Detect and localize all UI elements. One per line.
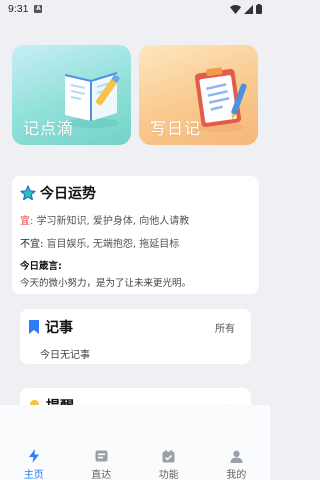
nav-profile-label: 我的 [226, 470, 247, 480]
notification-icon: A [34, 5, 43, 13]
notes-card[interactable]: 记事 所有 今日无记事 [20, 309, 251, 364]
nav-direct[interactable]: 直达 [68, 449, 136, 480]
lightning-icon [27, 449, 41, 463]
bookmark-icon [29, 320, 39, 334]
nav-functions-label: 功能 [158, 470, 179, 480]
record-moments-card[interactable]: 记点滴 [12, 45, 131, 145]
status-bar: 9:31 A [0, 0, 270, 18]
star-icon [20, 185, 36, 201]
signal-icon [244, 4, 253, 14]
write-diary-card[interactable]: 写日记 [139, 45, 258, 145]
bad-label: 不宜: [20, 239, 44, 250]
person-icon [229, 449, 243, 463]
wifi-icon [230, 4, 241, 14]
nav-home-label: 主页 [23, 470, 44, 480]
motto-text: 今天的微小努力，是为了让未来更光明。 [20, 278, 192, 289]
fortune-title: 今日运势 [40, 186, 96, 202]
motto-label: 今日箴言: [20, 261, 62, 272]
notes-header: 记事 所有 [28, 317, 243, 337]
battery-icon [256, 4, 262, 14]
nav-direct-label: 直达 [91, 470, 112, 480]
bad-text: 盲目娱乐, 无端抱怨, 拖延目标 [46, 239, 180, 250]
write-diary-label: 写日记 [150, 121, 202, 138]
record-moments-label: 记点滴 [23, 121, 75, 138]
status-time: 9:31 [8, 3, 29, 15]
fortune-bad-row: 不宜: 盲目娱乐, 无端抱怨, 拖延目标 [20, 235, 251, 250]
notes-all-link[interactable]: 所有 [215, 320, 235, 335]
fortune-header: 今日运势 [20, 184, 251, 202]
notes-empty-text: 今日无记事 [40, 350, 90, 361]
nav-home[interactable]: 主页 [0, 449, 68, 480]
fortune-good-row: 宜: 学习新知识, 爱护身体, 向他人请教 [20, 212, 251, 227]
status-icons [230, 4, 262, 14]
notes-title: 记事 [45, 320, 73, 336]
feature-cards: 记点滴 写日记 [12, 45, 259, 145]
daily-fortune-card: 今日运势 宜: 学习新知识, 爱护身体, 向他人请教 不宜: 盲目娱乐, 无端抱… [12, 176, 259, 294]
card-icon [94, 449, 108, 463]
good-label: 宜: [20, 216, 34, 227]
calendar-check-icon [162, 449, 176, 463]
bottom-nav: 主页 直达 功能 我的 [0, 405, 270, 480]
nav-profile[interactable]: 我的 [203, 449, 271, 480]
good-text: 学习新知识, 爱护身体, 向他人请教 [36, 216, 190, 227]
nav-functions[interactable]: 功能 [135, 449, 203, 480]
